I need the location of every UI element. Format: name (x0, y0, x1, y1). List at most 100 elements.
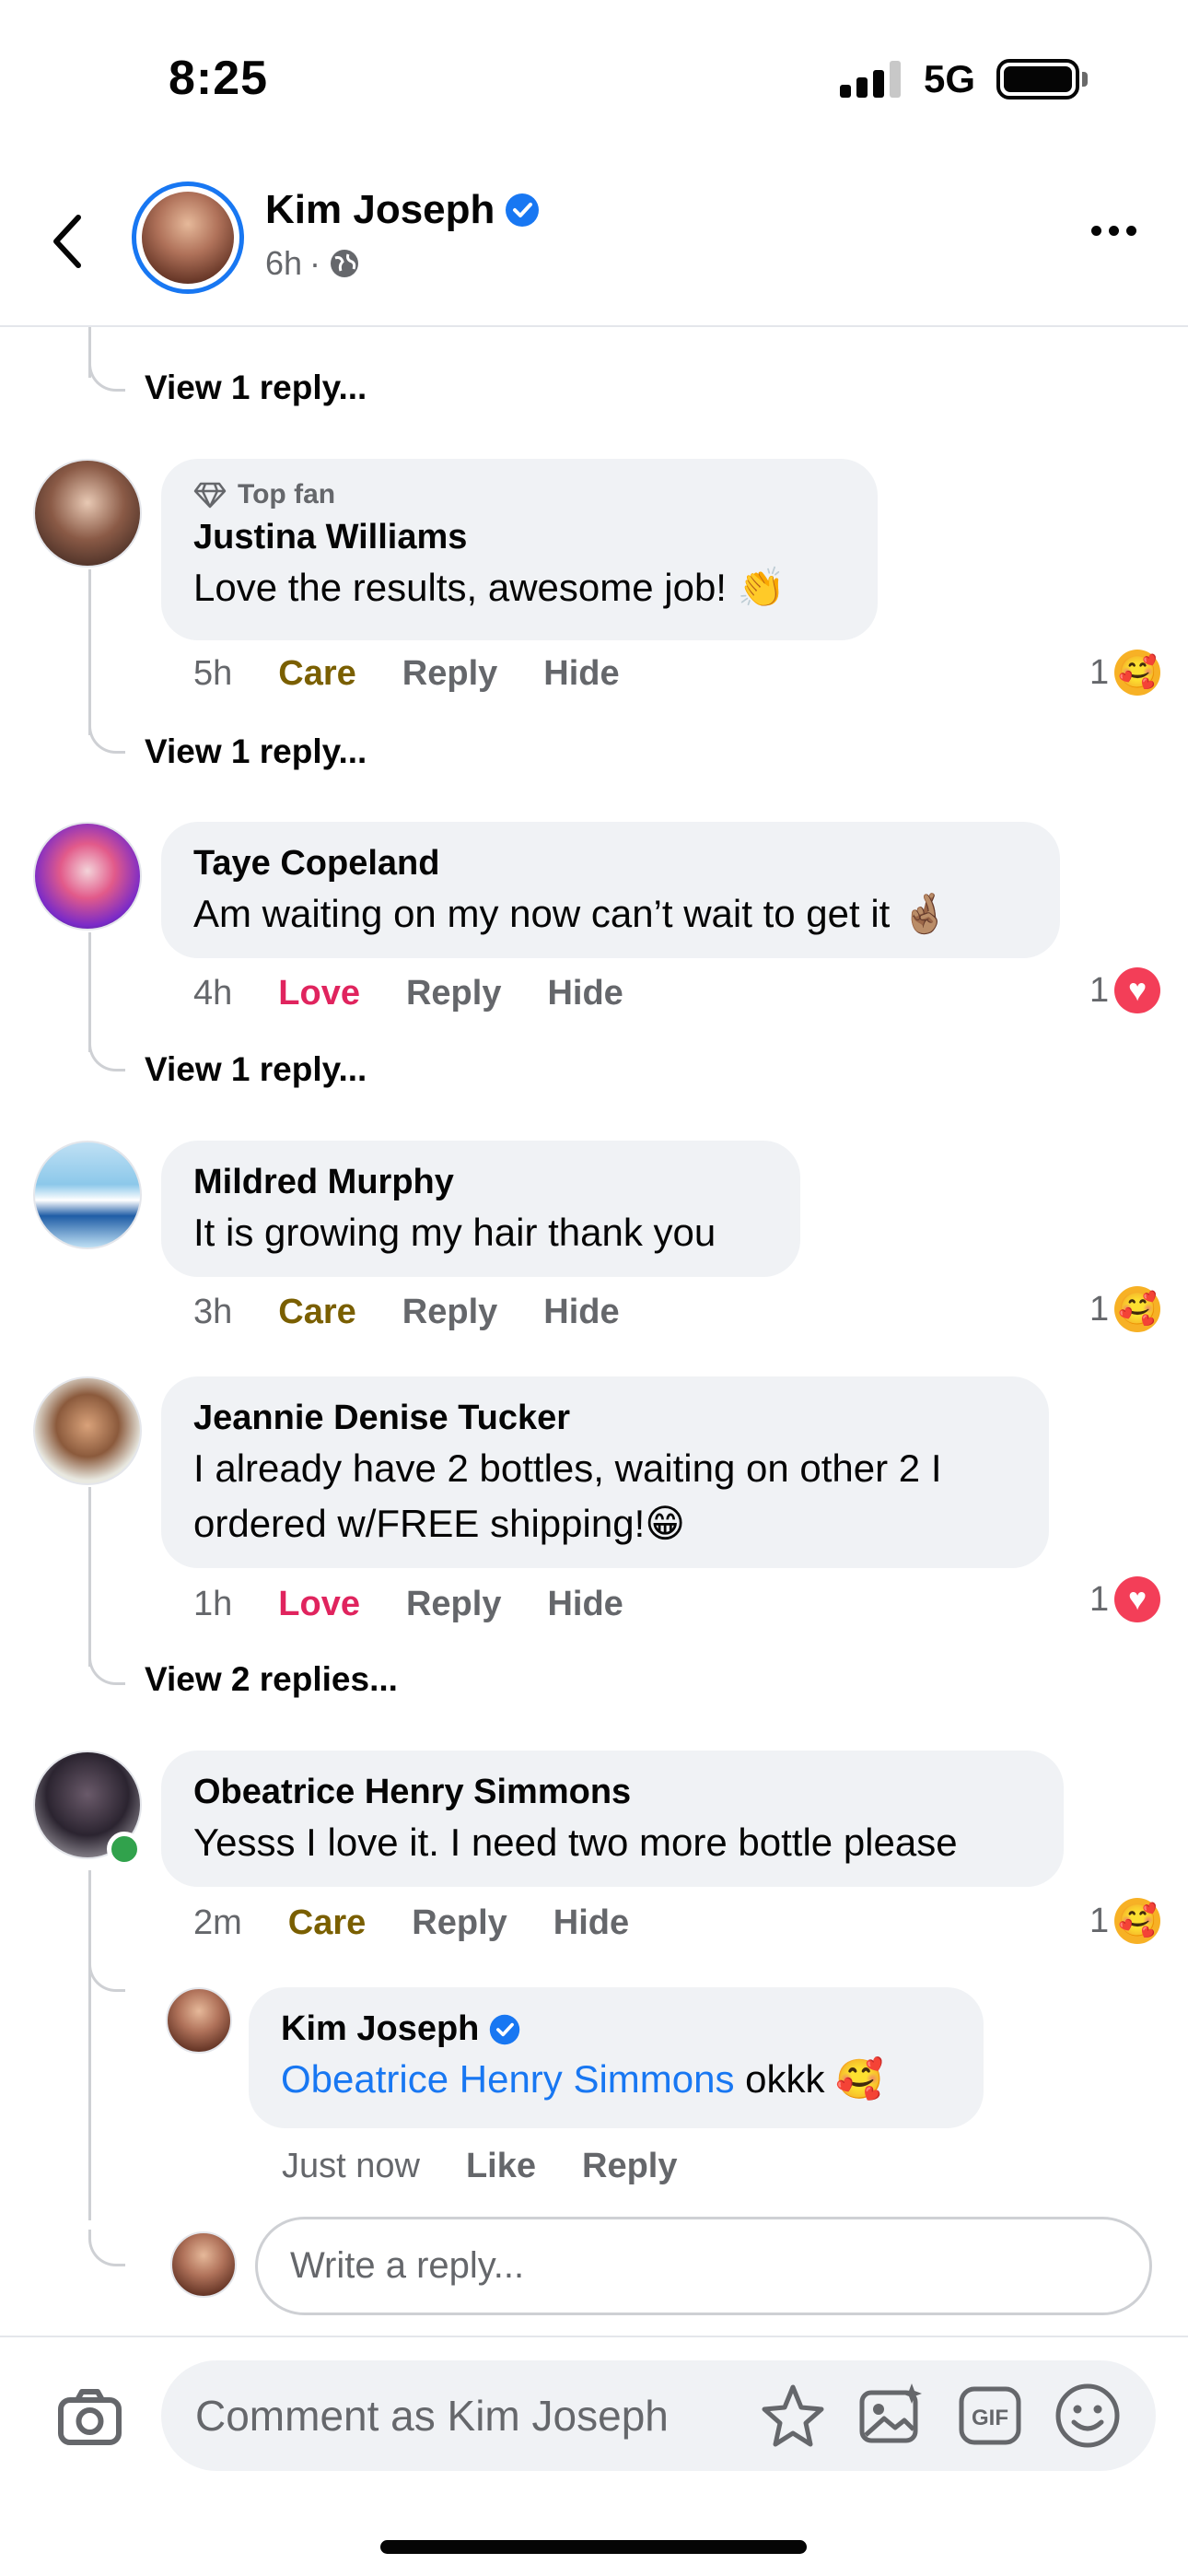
header-avatar[interactable] (132, 181, 244, 294)
comment-time[interactable]: 2m (193, 1903, 242, 1943)
header-name-row[interactable]: Kim Joseph (265, 187, 541, 233)
love-reaction-icon: ♥ (1114, 1576, 1161, 1622)
write-reply-input[interactable]: Write a reply... (255, 2217, 1152, 2315)
comment-composer: Comment as Kim Joseph GIF (0, 2336, 1188, 2492)
comment-bubble[interactable]: Jeannie Denise Tucker I already have 2 b… (161, 1376, 1049, 1568)
comment-text: Am waiting on my now can’t wait to get i… (193, 891, 949, 935)
care-reaction-icon: 🥰 (1114, 1898, 1161, 1944)
comment-actions: 2m Care Reply Hide (193, 1903, 629, 1943)
image-icon[interactable] (855, 2380, 926, 2452)
back-button[interactable] (35, 200, 99, 283)
comment-author[interactable]: Obeatrice Henry Simmons (193, 1771, 1031, 1815)
reply-button[interactable]: Reply (406, 974, 501, 1013)
globe-icon (331, 250, 359, 277)
love-reaction-icon: ♥ (1114, 967, 1161, 1013)
avatar[interactable] (33, 822, 142, 931)
reply-text: okkk 🥰 (734, 2056, 884, 2101)
comment-text-line-2: ordered w/FREE shipping!😁 (193, 1502, 686, 1546)
comment-time[interactable]: 3h (193, 1293, 232, 1332)
reply-author-row[interactable]: Kim Joseph (281, 2008, 951, 2052)
post-meta: 6h · (265, 244, 361, 283)
hide-button[interactable]: Hide (543, 1293, 619, 1332)
reply-text-row: Obeatrice Henry Simmons okkk 🥰 (281, 2052, 951, 2108)
top-fan-badge: Top fan (193, 479, 845, 510)
comment-text: Yesss I love it. I need two more bottle … (193, 1820, 958, 1864)
emoji-icon[interactable] (1052, 2380, 1124, 2452)
hide-button[interactable]: Hide (547, 1585, 623, 1624)
view-replies-link[interactable]: View 1 reply... (145, 1050, 367, 1089)
camera-icon[interactable] (55, 2383, 124, 2453)
like-button[interactable]: Like (466, 2147, 536, 2186)
care-reaction-icon: 🥰 (1114, 1286, 1161, 1332)
reply-time[interactable]: Just now (282, 2147, 420, 2186)
signal-icon (840, 61, 901, 98)
reaction-button[interactable]: Care (288, 1903, 367, 1943)
comment-author[interactable]: Justina Williams (193, 516, 845, 560)
view-replies-link[interactable]: View 2 replies... (145, 1660, 398, 1699)
avatar-sticker-icon[interactable] (757, 2380, 829, 2452)
reaction-button[interactable]: Care (278, 1293, 356, 1332)
home-indicator[interactable] (380, 2540, 807, 2554)
comment-actions: 5h Care Reply Hide (193, 654, 620, 694)
comment-actions: 1h Love Reply Hide (193, 1585, 623, 1624)
reply-author[interactable]: Kim Joseph (281, 2008, 479, 2052)
hide-button[interactable]: Hide (543, 654, 619, 694)
diamond-icon (193, 482, 227, 509)
avatar (170, 2231, 237, 2298)
reply-actions: Just now Like Reply (282, 2147, 678, 2186)
comment-time[interactable]: 1h (193, 1585, 232, 1624)
comment-actions: 3h Care Reply Hide (193, 1293, 620, 1332)
hide-button[interactable]: Hide (547, 974, 623, 1013)
care-reaction-icon: 🥰 (1114, 650, 1161, 696)
comment-author[interactable]: Mildred Murphy (193, 1161, 768, 1205)
mention-link[interactable]: Obeatrice Henry Simmons (281, 2057, 735, 2101)
avatar[interactable] (33, 459, 142, 568)
reply-button[interactable]: Reply (402, 1293, 497, 1332)
reply-button[interactable]: Reply (406, 1585, 501, 1624)
view-replies-link[interactable]: View 1 reply... (145, 369, 367, 407)
comment-text-line-1: I already have 2 bottles, waiting on oth… (193, 1446, 942, 1490)
avatar[interactable] (166, 1987, 232, 2054)
reaction-count[interactable]: 1 ♥ (1089, 1576, 1161, 1622)
comment-actions: 4h Love Reply Hide (193, 974, 623, 1013)
reaction-button[interactable]: Love (278, 1585, 360, 1624)
online-status-dot (107, 1832, 142, 1867)
reaction-count[interactable]: 1 ♥ (1089, 967, 1161, 1013)
hide-button[interactable]: Hide (553, 1903, 629, 1943)
reply-button[interactable]: Reply (402, 654, 497, 694)
status-time: 8:25 (169, 52, 269, 105)
verified-badge-icon (490, 2014, 520, 2044)
verified-badge-icon (506, 193, 540, 227)
post-header: Kim Joseph 6h · (0, 161, 1188, 327)
reply-button[interactable]: Reply (412, 1903, 507, 1943)
comment-bubble[interactable]: Mildred Murphy It is growing my hair tha… (161, 1141, 800, 1277)
comment-author[interactable]: Jeannie Denise Tucker (193, 1397, 1017, 1441)
reaction-count[interactable]: 1 🥰 (1089, 650, 1161, 696)
status-bar: 8:25 5G (0, 0, 1188, 161)
comment-author[interactable]: Taye Copeland (193, 842, 1028, 886)
comment-text: It is growing my hair thank you (193, 1210, 716, 1254)
view-replies-link[interactable]: View 1 reply... (145, 732, 367, 771)
post-time: 6h (265, 244, 303, 282)
reaction-count[interactable]: 1 🥰 (1089, 1286, 1161, 1332)
comment-bubble[interactable]: Top fan Justina Williams Love the result… (161, 459, 878, 640)
comment-time[interactable]: 4h (193, 974, 232, 1013)
battery-icon (996, 59, 1079, 100)
reply-button[interactable]: Reply (582, 2147, 677, 2186)
network-label: 5G (924, 57, 976, 100)
reply-bubble[interactable]: Kim Joseph Obeatrice Henry Simmons okkk … (249, 1987, 984, 2128)
reaction-button[interactable]: Care (278, 654, 356, 694)
avatar[interactable] (33, 1376, 142, 1485)
page-title[interactable]: Kim Joseph (265, 187, 495, 233)
gif-icon[interactable]: GIF (954, 2380, 1026, 2452)
comment-bubble[interactable]: Taye Copeland Am waiting on my now can’t… (161, 822, 1060, 958)
svg-text:GIF: GIF (972, 2406, 1008, 2430)
more-options-icon[interactable] (1091, 226, 1136, 236)
comment-bubble[interactable]: Obeatrice Henry Simmons Yesss I love it.… (161, 1751, 1064, 1887)
avatar[interactable] (33, 1141, 142, 1249)
reaction-button[interactable]: Love (278, 974, 360, 1013)
comment-text: Love the results, awesome job! 👏 (193, 565, 786, 609)
chevron-left-icon (53, 215, 81, 268)
comment-time[interactable]: 5h (193, 654, 232, 694)
reaction-count[interactable]: 1 🥰 (1089, 1898, 1161, 1944)
